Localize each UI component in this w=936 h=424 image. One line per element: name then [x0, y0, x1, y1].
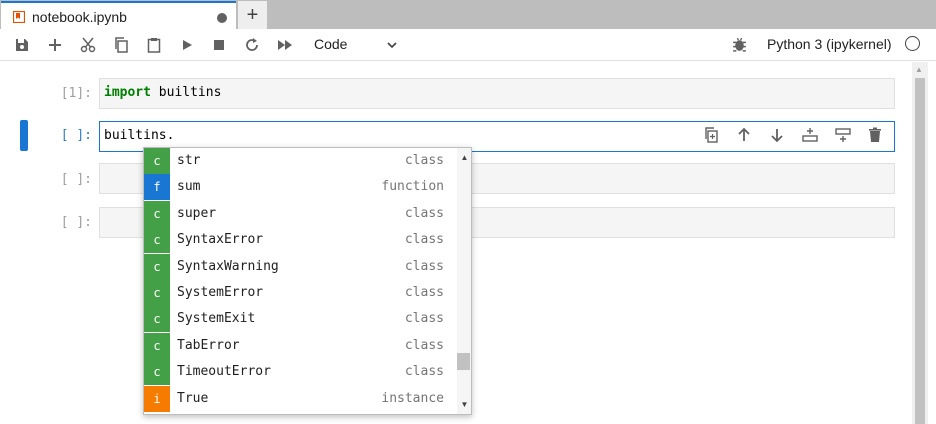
run-button[interactable]: [176, 35, 198, 55]
copy-button[interactable]: [110, 35, 132, 55]
cell-prompt: [ ]:: [60, 128, 92, 143]
completer-item-kind: class: [404, 337, 444, 353]
code-cell[interactable]: import builtins: [99, 78, 895, 109]
completer-item[interactable]: c super class: [144, 200, 456, 227]
insert-above-button[interactable]: [799, 124, 821, 146]
completer-item-label: SyntaxWarning: [177, 258, 279, 274]
cell-type-select[interactable]: Code: [314, 36, 347, 52]
completer-item[interactable]: c SyntaxError class: [144, 227, 456, 254]
notebook-scroll-thumb[interactable]: [915, 78, 925, 424]
completer-type-badge: f: [144, 174, 170, 201]
notebook-icon: [13, 11, 25, 23]
copy-icon: [115, 37, 128, 53]
debugger-bug-icon[interactable]: [731, 36, 748, 53]
scroll-up-icon[interactable]: ▲: [915, 65, 923, 74]
completer-item[interactable]: c str class: [144, 148, 456, 174]
completer-type-badge: c: [144, 200, 170, 227]
duplicate-cell-button[interactable]: [700, 124, 722, 146]
code-text: builtins: [150, 85, 222, 100]
stop-button[interactable]: [208, 35, 230, 55]
completer-item-label: sum: [177, 179, 201, 195]
scroll-down-icon[interactable]: ▼: [458, 400, 471, 409]
add-icon: [49, 39, 61, 51]
completer-type-badge: c: [144, 148, 170, 174]
completer-item-kind: class: [404, 364, 444, 380]
restart-icon: [246, 38, 258, 51]
tab-title: notebook.ipynb: [32, 9, 127, 25]
move-down-button[interactable]: [766, 124, 788, 146]
completer-item-kind: instance: [381, 390, 444, 406]
insert-below-button[interactable]: [832, 124, 854, 146]
completer-item-kind: class: [404, 232, 444, 248]
stop-icon: [214, 40, 224, 50]
paste-icon: [147, 38, 161, 53]
completer-item-kind: function: [381, 179, 444, 195]
arrow-down-icon: [771, 129, 783, 143]
code-keyword: import: [104, 85, 151, 100]
move-up-button[interactable]: [733, 124, 755, 146]
cell-prompt: [ ]:: [60, 172, 92, 187]
completer-item-kind: class: [404, 205, 444, 221]
duplicate-icon: [705, 127, 718, 143]
cut-icon: [80, 37, 96, 53]
cell-prompt: [ ]:: [60, 215, 92, 230]
kernel-name[interactable]: Python 3 (ipykernel): [767, 36, 892, 52]
save-icon: [16, 39, 28, 51]
completer-item-label: SystemExit: [177, 311, 256, 327]
new-tab-button[interactable]: +: [238, 1, 267, 29]
tab-bar: notebook.ipynb +: [0, 0, 936, 29]
insert-above-icon: [802, 128, 818, 142]
delete-cell-button[interactable]: [864, 124, 886, 146]
trash-icon: [869, 127, 881, 142]
completer-scroll-thumb[interactable]: [457, 353, 470, 370]
completer-type-badge: c: [144, 306, 170, 333]
code-text: builtins.: [104, 128, 175, 143]
save-button[interactable]: [11, 35, 33, 55]
fast-forward-icon: [278, 40, 292, 50]
arrow-up-icon: [738, 127, 750, 141]
restart-button[interactable]: [241, 35, 263, 55]
completer-type-badge: c: [144, 359, 170, 386]
completer-item-kind: class: [404, 285, 444, 300]
completer-type-badge: c: [144, 332, 170, 359]
completer-item[interactable]: c SyntaxWarning class: [144, 253, 456, 280]
completer-item[interactable]: c TimeoutError class: [144, 359, 456, 386]
completer-type-badge: c: [144, 253, 170, 280]
completer-type-badge: c: [144, 280, 170, 306]
active-cell-indicator: [20, 120, 28, 151]
completer-item[interactable]: f sum function: [144, 174, 456, 201]
run-all-button[interactable]: [274, 35, 296, 55]
scroll-up-icon[interactable]: ▲: [458, 153, 471, 162]
completer-type-badge: c: [144, 227, 170, 254]
completer-type-badge: i: [144, 385, 170, 412]
completer-item[interactable]: c TabError class: [144, 332, 456, 359]
completer-scrollbar[interactable]: [457, 148, 471, 414]
completer-item-label: True: [177, 390, 209, 406]
completer-item-kind: class: [404, 311, 444, 327]
notebook-toolbar: Code Python 3 (ipykernel): [0, 29, 936, 61]
kernel-status-icon: [905, 36, 920, 51]
completer-item-kind: class: [404, 258, 444, 274]
completer-item-label: TimeoutError: [177, 364, 271, 380]
completer-item-label: super: [177, 205, 217, 221]
completer-item[interactable]: c SystemError class: [144, 280, 456, 306]
completer-item-label: SyntaxError: [177, 232, 264, 248]
completer-popup: c str class f sum function c super class c SyntaxE…: [143, 147, 472, 415]
unsaved-dot-icon[interactable]: [217, 13, 227, 23]
notebook-tab[interactable]: notebook.ipynb: [1, 1, 236, 29]
cut-button[interactable]: [77, 35, 99, 55]
completer-item-kind: class: [404, 153, 444, 168]
paste-button[interactable]: [143, 35, 165, 55]
completer-item-label: TabError: [177, 337, 240, 353]
completer-item-label: str: [177, 153, 201, 168]
cell-prompt: [1]:: [60, 86, 92, 101]
completer-item-label: SystemError: [177, 285, 264, 300]
chevron-down-icon[interactable]: [385, 38, 399, 52]
insert-below-icon: [835, 128, 851, 142]
completer-item[interactable]: i True instance: [144, 385, 456, 412]
run-icon: [183, 40, 192, 50]
completer-item[interactable]: c SystemExit class: [144, 306, 456, 333]
add-cell-button[interactable]: [44, 35, 66, 55]
